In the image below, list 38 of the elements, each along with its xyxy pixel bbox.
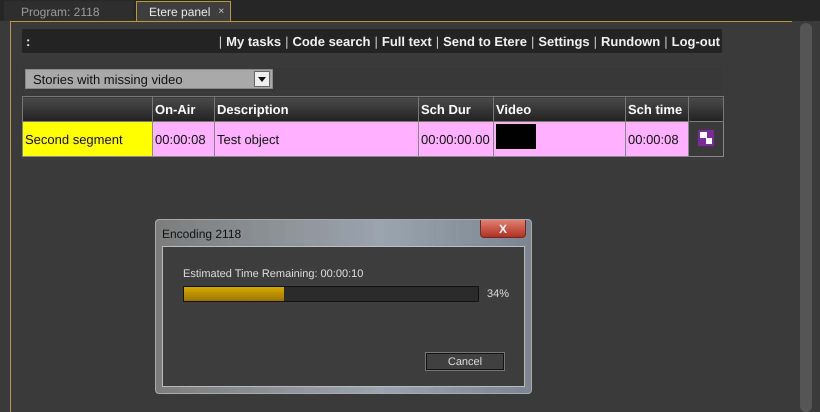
column-header xyxy=(688,96,724,122)
toolbar-link[interactable]: Settings xyxy=(538,34,590,48)
filter-dropdown[interactable]: Stories with missing video xyxy=(25,69,273,89)
column-header: Sch time xyxy=(626,96,688,122)
tab[interactable]: Etere panel × xyxy=(136,1,232,21)
separator: | xyxy=(218,34,222,48)
separator: | xyxy=(374,34,378,48)
scrollbar[interactable] xyxy=(800,23,812,412)
separator: | xyxy=(664,34,668,48)
table-cell: 00:00:00.00 xyxy=(418,122,494,156)
toolbar-link[interactable]: Send to Etere xyxy=(443,34,527,48)
toolbar-prefix: : xyxy=(26,34,30,48)
table-cell: 00:00:08 xyxy=(152,122,214,156)
close-icon[interactable]: × xyxy=(218,6,224,17)
squares-icon[interactable] xyxy=(698,130,714,146)
toolbar-link[interactable]: Log-out xyxy=(672,34,720,48)
progress-reading: 34% xyxy=(487,288,510,300)
table-cell: Test object xyxy=(214,122,418,156)
tab[interactable]: Program: 2118 xyxy=(4,1,134,21)
separator: | xyxy=(285,34,288,48)
separator: | xyxy=(594,34,598,48)
separator: | xyxy=(436,34,440,48)
close-button[interactable]: X xyxy=(480,220,526,238)
toolbar-link[interactable]: My tasks xyxy=(226,34,282,48)
toolbar-link[interactable]: Full text xyxy=(382,34,432,48)
column-header: Description xyxy=(214,96,418,122)
column-header: On-Air xyxy=(152,96,214,122)
toolbar-link[interactable]: Code search xyxy=(292,34,371,48)
cancel-button[interactable]: Cancel xyxy=(426,353,504,370)
table-cell: Second segment xyxy=(22,122,152,156)
status-message: Estimated Time Remaining: 00:00:10 xyxy=(183,268,364,280)
column-header: Sch Dur xyxy=(418,96,494,122)
table-cell: 00:00:08 xyxy=(626,122,688,156)
separator: | xyxy=(530,34,534,48)
column-header: Video xyxy=(494,96,626,122)
dialog-title: Encoding 2118 xyxy=(162,227,242,241)
video-thumbnail xyxy=(496,124,536,148)
toolbar-link[interactable]: Rundown xyxy=(601,34,660,48)
